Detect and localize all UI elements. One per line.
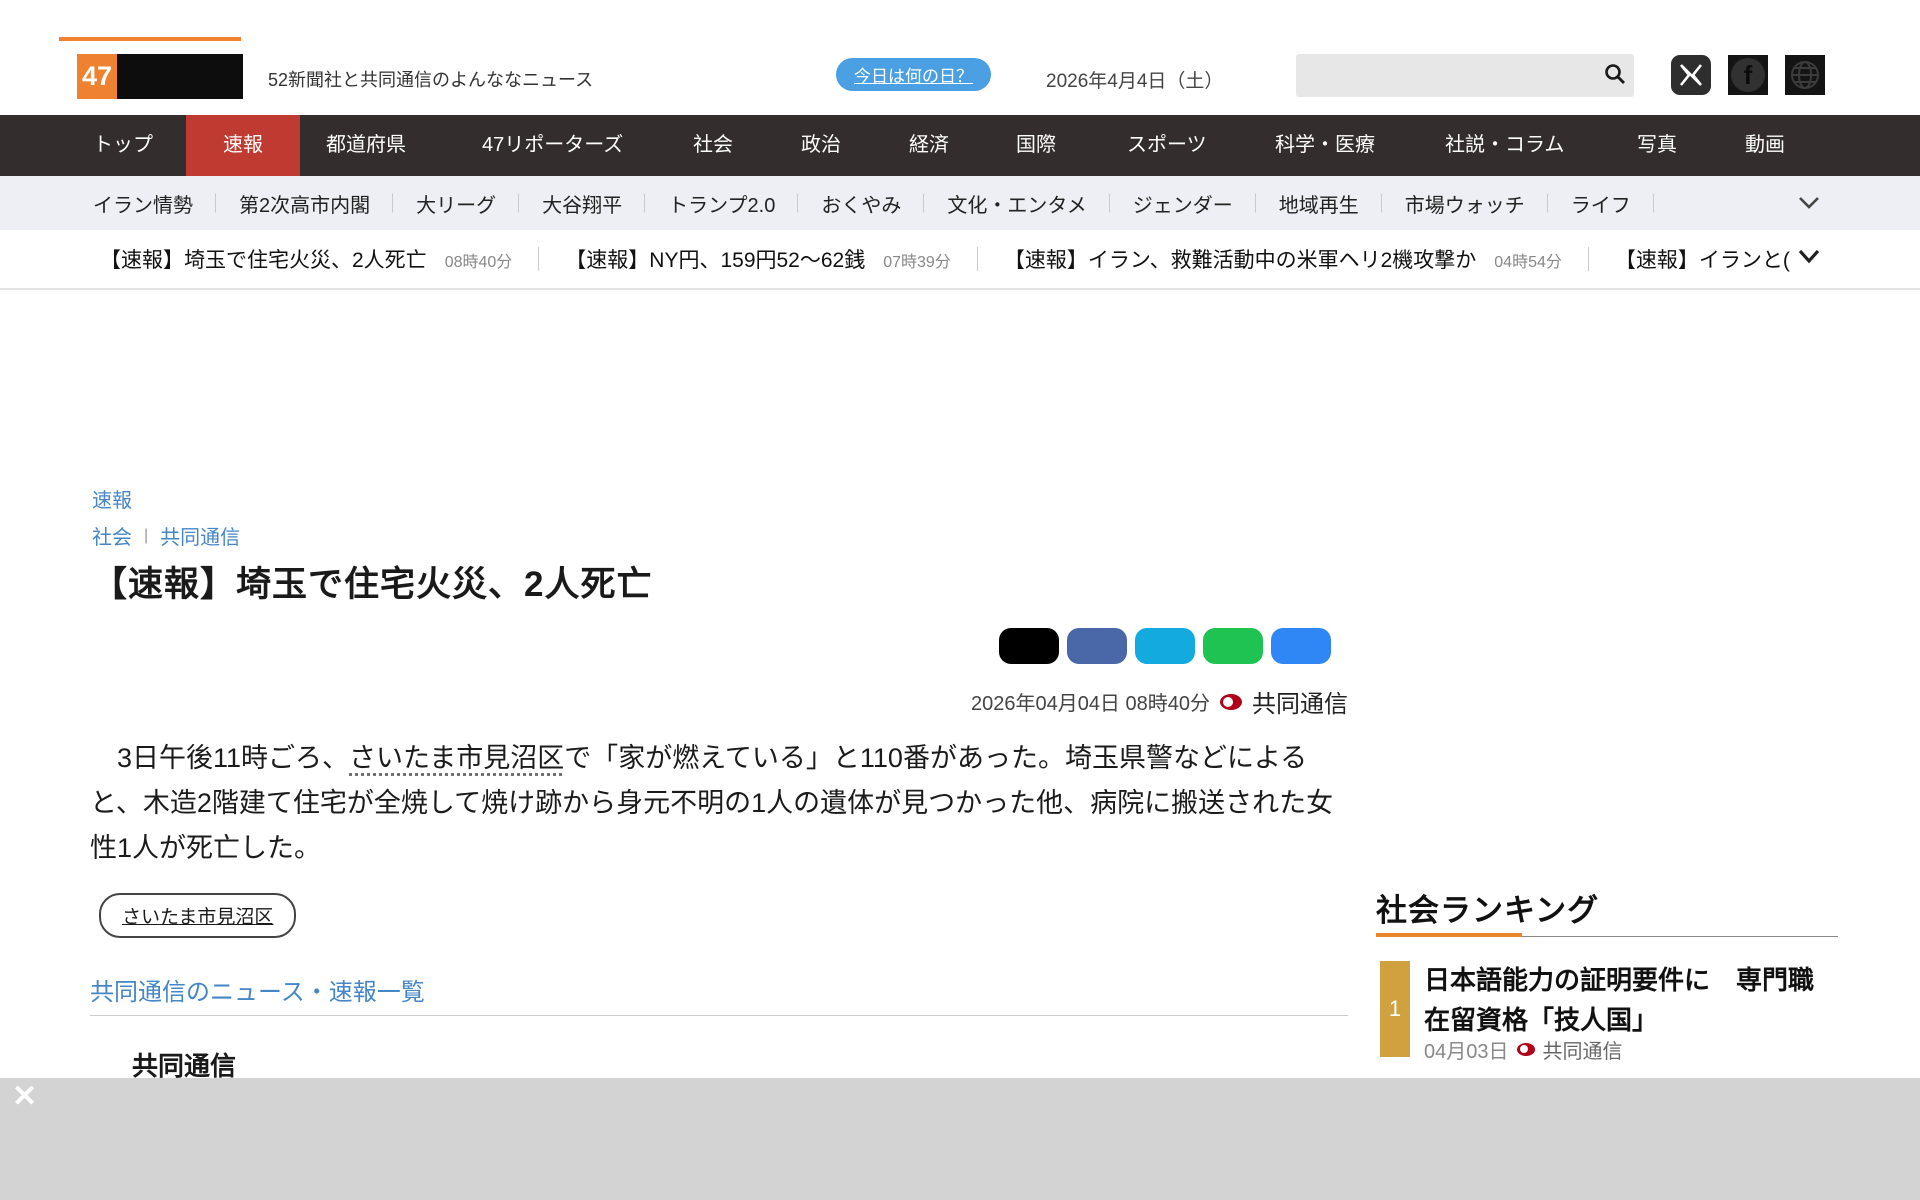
search-icon xyxy=(1603,62,1627,89)
x-social-icon[interactable] xyxy=(1671,55,1711,95)
ticker-expand-chevron-icon[interactable] xyxy=(1798,249,1820,269)
ranking-rule-accent xyxy=(1376,933,1522,937)
breadcrumb-divider: | xyxy=(144,526,149,544)
nav-item-international[interactable]: 国際 xyxy=(1016,115,1056,176)
search-input[interactable] xyxy=(1296,54,1596,97)
ticker-item[interactable]: 【速報】NY円、159円52～62銭 07時39分 xyxy=(539,244,977,274)
facebook-social-icon[interactable]: f xyxy=(1728,55,1768,95)
logo-47-box: 47 xyxy=(77,54,117,99)
nav-item-video[interactable]: 動画 xyxy=(1745,115,1785,176)
site-logo[interactable]: 47 xyxy=(77,54,243,99)
article-meta-row: 2026年04月04日 08時40分 共同通信 xyxy=(90,684,1348,719)
ranking-item-meta: 04月03日 共同通信 xyxy=(1424,1035,1623,1064)
main-nav: トップ 速報 都道府県 47リポーターズ 社会 政治 経済 国際 スポーツ 科学… xyxy=(0,115,1920,176)
nav-item-politics[interactable]: 政治 xyxy=(801,115,841,176)
subnav-item-culture[interactable]: 文化・エンタメ xyxy=(924,189,1109,218)
source-link-kyodo[interactable]: 共同通信 xyxy=(160,521,240,550)
rank-number-badge: 1 xyxy=(1380,961,1410,1057)
facebook-f-glyph: f xyxy=(1731,58,1765,92)
breadcrumb: 社会 | 共同通信 xyxy=(92,521,240,550)
subnav-item-okuyami[interactable]: おくやみ xyxy=(798,189,924,218)
category-link-society[interactable]: 社会 xyxy=(92,521,132,550)
subnav-item-iran[interactable]: イラン情勢 xyxy=(93,189,216,218)
article-datetime: 2026年04月04日 08時40分 xyxy=(970,693,1210,715)
tag-minuma-ward[interactable]: さいたま市見沼区 xyxy=(99,893,297,938)
subnav-item-regional[interactable]: 地域再生 xyxy=(1256,189,1382,218)
subnav-item-life[interactable]: ライフ xyxy=(1548,189,1654,218)
ticker-item-truncated[interactable]: 【速報】イランと( xyxy=(1589,244,1794,274)
share-twitter-button[interactable] xyxy=(1135,628,1195,664)
bottom-ad-overlay: ✕ xyxy=(0,1078,1920,1200)
subnav-item-market[interactable]: 市場ウォッチ xyxy=(1382,189,1548,218)
kyodo-logo-icon xyxy=(1220,693,1242,710)
logo-news-block xyxy=(117,54,243,99)
ticker-item[interactable]: 【速報】埼玉で住宅火災、2人死亡 08時40分 xyxy=(100,244,538,274)
kyodo-news-list-link[interactable]: 共同通信のニュース・速報一覧 xyxy=(90,972,425,1007)
nav-item-society[interactable]: 社会 xyxy=(693,115,733,176)
subnav-item-gender[interactable]: ジェンダー xyxy=(1110,189,1256,218)
logo-accent-line xyxy=(59,37,241,41)
topic-subnav: イラン情勢 第2次高市内閣 大リーグ 大谷翔平 トランプ2.0 おくやみ 文化・… xyxy=(0,176,1920,230)
kyodo-logo-icon xyxy=(1516,1043,1535,1056)
subnav-item-ohtani[interactable]: 大谷翔平 xyxy=(519,189,645,218)
share-button-row xyxy=(90,628,1348,664)
nav-item-top[interactable]: トップ xyxy=(93,115,153,176)
subnav-item-cabinet[interactable]: 第2次高市内閣 xyxy=(216,189,393,218)
search-box xyxy=(1296,54,1634,97)
breaking-news-ticker: 【速報】埼玉で住宅火災、2人死亡 08時40分 【速報】NY円、159円52～6… xyxy=(0,230,1920,290)
ranking-heading: 社会ランキング xyxy=(1376,893,1600,928)
search-button[interactable] xyxy=(1596,54,1634,97)
overlay-close-icon[interactable]: ✕ xyxy=(12,1082,37,1112)
nav-item-sports[interactable]: スポーツ xyxy=(1127,115,1207,176)
body-text: 3日午後11時ごろ、 xyxy=(90,743,350,773)
share-facebook-button[interactable] xyxy=(1067,628,1127,664)
nav-item-prefectures[interactable]: 都道府県 xyxy=(326,115,406,176)
subnav-expand-chevron-icon[interactable] xyxy=(1798,196,1820,215)
share-blue-button[interactable] xyxy=(1271,628,1331,664)
nav-item-47reporters[interactable]: 47リポーターズ xyxy=(482,115,623,176)
nav-item-economy[interactable]: 経済 xyxy=(909,115,949,176)
share-line-button[interactable] xyxy=(1203,628,1263,664)
article-divider xyxy=(90,1015,1348,1016)
globe-icon[interactable] xyxy=(1785,55,1825,95)
article-title: 【速報】埼玉で住宅火災、2人死亡 xyxy=(92,565,653,604)
nav-item-photo[interactable]: 写真 xyxy=(1637,115,1677,176)
today-button[interactable]: 今日は何の日？ xyxy=(836,58,991,91)
nav-item-science-medical[interactable]: 科学・医療 xyxy=(1275,115,1375,176)
article-body: 3日午後11時ごろ、さいたま市見沼区で「家が燃えている」と110番があった。埼玉… xyxy=(90,736,1348,871)
ranking-item-source: 共同通信 xyxy=(1542,1041,1623,1063)
header-date: 2026年4月4日（土） xyxy=(1046,71,1224,92)
nav-item-sokuho-active[interactable]: 速報 xyxy=(186,115,300,176)
subnav-item-mlb[interactable]: 大リーグ xyxy=(393,189,519,218)
breadcrumb-sokuho-link[interactable]: 速報 xyxy=(92,484,132,513)
article-source-label: 共同通信 xyxy=(1252,691,1348,718)
site-tagline: 52新聞社と共同通信のよんななニュース xyxy=(268,70,594,90)
subnav-item-trump[interactable]: トランプ2.0 xyxy=(645,189,798,218)
ranking-item-title[interactable]: 日本語能力の証明要件に 専門職在留資格「技人国」 xyxy=(1424,960,1836,1040)
nav-item-editorial-column[interactable]: 社説・コラム xyxy=(1445,115,1564,176)
body-location-link[interactable]: さいたま市見沼区 xyxy=(349,743,564,773)
ranking-item-date: 04月03日 xyxy=(1424,1041,1509,1063)
share-x-button[interactable] xyxy=(999,628,1059,664)
page: 47 52新聞社と共同通信のよんななニュース 今日は何の日？ 2026年4月4日… xyxy=(0,0,1920,1200)
ticker-item[interactable]: 【速報】イラン、救難活動中の米軍ヘリ2機攻撃か 04時54分 xyxy=(978,244,1588,274)
